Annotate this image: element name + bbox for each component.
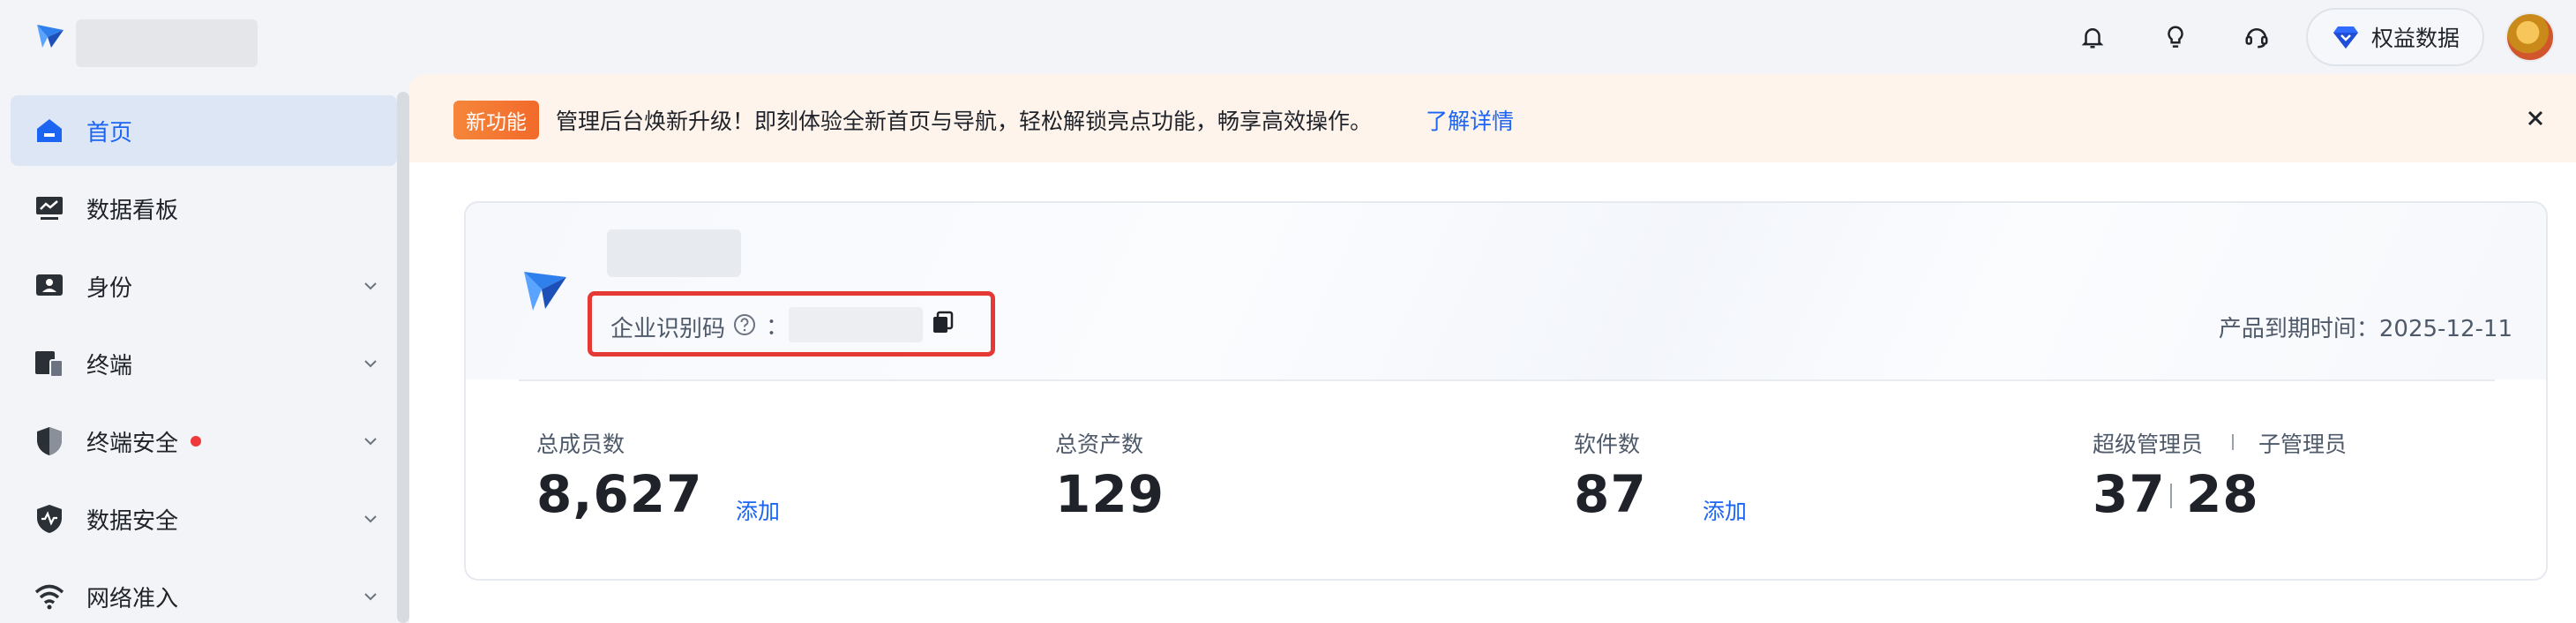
company-name-redacted bbox=[607, 229, 741, 277]
shield-icon bbox=[34, 425, 65, 457]
sidebar-item-label: 首页 bbox=[86, 119, 133, 146]
chevron-down-icon bbox=[364, 282, 377, 290]
enterprise-id-value-redacted bbox=[789, 307, 923, 342]
divider bbox=[519, 379, 2495, 381]
sidebar: 首页 数据看板 身份 终端 终端安全 数据安全 网络准入 bbox=[0, 74, 409, 623]
sub-admin-value: 28 bbox=[2186, 464, 2259, 524]
main-content: 新功能 管理后台焕新升级！即刻体验全新首页与导航，轻松解锁亮点功能，畅享高效操作… bbox=[409, 74, 2576, 623]
add-software-link[interactable]: 添加 bbox=[1703, 494, 1747, 526]
sidebar-item-label: 数据看板 bbox=[86, 197, 179, 224]
sidebar-item-endpoint-security[interactable]: 终端安全 bbox=[11, 406, 397, 477]
new-feature-badge: 新功能 bbox=[453, 101, 539, 139]
diamond-icon bbox=[2333, 26, 2358, 49]
sidebar-item-devices[interactable]: 终端 bbox=[11, 328, 397, 399]
add-member-link[interactable]: 添加 bbox=[736, 494, 780, 526]
top-bar: 权益数据 bbox=[0, 0, 2576, 74]
chevron-down-icon bbox=[364, 515, 377, 523]
enterprise-id-label: 企业识别码 bbox=[610, 316, 726, 342]
learn-more-link[interactable]: 了解详情 bbox=[1426, 104, 1514, 136]
overview-card: 企业识别码 ： 产品到期时间：2025-12-11 总成员数 8,627 添加 … bbox=[464, 201, 2548, 581]
sidebar-scrollbar[interactable] bbox=[397, 92, 409, 623]
identity-icon bbox=[34, 270, 65, 302]
separator bbox=[2232, 434, 2234, 450]
sidebar-item-data-security[interactable]: 数据安全 bbox=[11, 484, 397, 554]
support-headset-icon[interactable] bbox=[2239, 19, 2274, 55]
sidebar-item-label: 终端安全 bbox=[86, 430, 179, 457]
shield-pulse-icon bbox=[34, 503, 65, 535]
user-avatar[interactable] bbox=[2505, 12, 2555, 62]
super-admin-value: 37 bbox=[2093, 464, 2166, 524]
help-icon[interactable] bbox=[732, 312, 757, 337]
separator bbox=[2170, 484, 2172, 508]
software-count-value: 87 bbox=[1574, 464, 1647, 524]
sidebar-item-home[interactable]: 首页 bbox=[11, 95, 397, 166]
total-assets-label: 总资产数 bbox=[1055, 432, 1144, 457]
colon: ： bbox=[766, 314, 790, 341]
sidebar-item-identity[interactable]: 身份 bbox=[11, 251, 397, 321]
close-icon[interactable] bbox=[2523, 106, 2548, 131]
home-icon bbox=[34, 115, 65, 146]
total-members-label: 总成员数 bbox=[536, 432, 625, 457]
sidebar-item-label: 数据安全 bbox=[86, 507, 179, 535]
sidebar-item-label: 终端 bbox=[86, 352, 133, 379]
sub-admin-label: 子管理员 bbox=[2258, 432, 2348, 457]
sidebar-item-network-access[interactable]: 网络准入 bbox=[11, 561, 397, 623]
super-admin-label: 超级管理员 bbox=[2093, 432, 2204, 457]
lightbulb-icon[interactable] bbox=[2158, 19, 2193, 55]
copy-icon[interactable] bbox=[930, 309, 956, 335]
org-name-redacted bbox=[76, 19, 258, 67]
company-logo-icon bbox=[524, 272, 566, 311]
total-assets-value: 129 bbox=[1055, 464, 1165, 524]
product-expiry: 产品到期时间：2025-12-11 bbox=[2218, 316, 2512, 342]
software-count-label: 软件数 bbox=[1574, 432, 1641, 457]
announcement-banner: 新功能 管理后台焕新升级！即刻体验全新首页与导航，轻松解锁亮点功能，畅享高效操作… bbox=[409, 74, 2576, 162]
sidebar-item-dashboard[interactable]: 数据看板 bbox=[11, 173, 397, 244]
benefits-data-button[interactable]: 权益数据 bbox=[2306, 8, 2484, 66]
wifi-icon bbox=[34, 581, 65, 612]
dashboard-icon bbox=[34, 192, 65, 224]
bell-icon[interactable] bbox=[2075, 19, 2110, 55]
sidebar-item-label: 身份 bbox=[86, 274, 133, 302]
notification-dot bbox=[191, 436, 201, 447]
devices-icon bbox=[34, 348, 65, 379]
chevron-down-icon bbox=[364, 438, 377, 446]
benefits-data-label: 权益数据 bbox=[2371, 26, 2460, 51]
banner-text: 管理后台焕新升级！即刻体验全新首页与导航，轻松解锁亮点功能，畅享高效操作。 bbox=[556, 109, 1373, 134]
chevron-down-icon bbox=[364, 360, 377, 368]
app-logo-icon[interactable] bbox=[35, 21, 65, 51]
total-members-value: 8,627 bbox=[536, 464, 703, 524]
chevron-down-icon bbox=[364, 593, 377, 601]
sidebar-item-label: 网络准入 bbox=[86, 585, 179, 612]
